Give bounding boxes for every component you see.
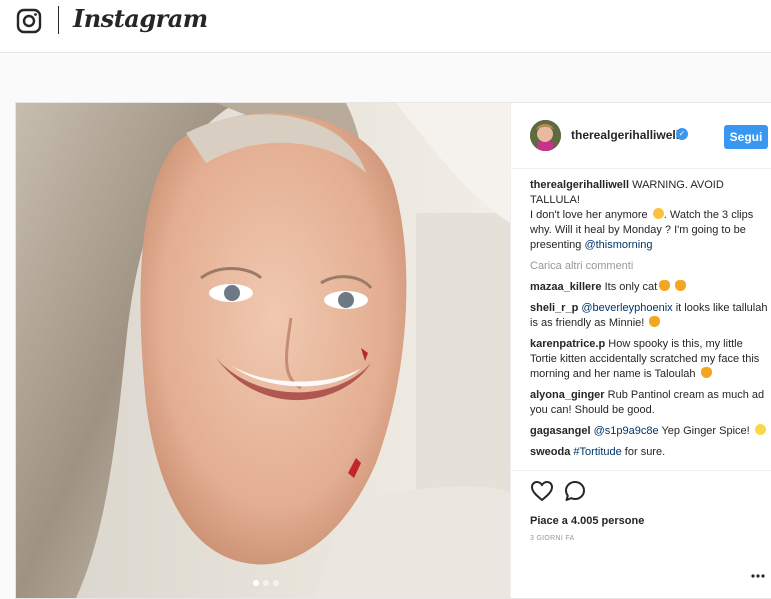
comment-username[interactable]: karenpatrice.p — [530, 338, 605, 350]
grinning-face-emoji-icon — [754, 424, 766, 435]
caption-username[interactable]: therealgerihalliwell — [530, 179, 629, 191]
post-photo[interactable] — [16, 103, 510, 598]
comment-text: for sure. — [624, 446, 666, 458]
post-timestamp[interactable]: 3 GIORNI FA — [530, 535, 575, 542]
logo-divider — [58, 6, 59, 34]
load-more-comments-link[interactable]: Carica altri commenti — [530, 259, 770, 274]
carousel-dot-1[interactable] — [253, 580, 259, 586]
carousel-dot-2[interactable] — [263, 580, 269, 586]
caption: therealgerihalliwell WARNING. AVOID TALL… — [530, 178, 770, 253]
instagram-camera-icon[interactable] — [16, 8, 42, 34]
likes-count[interactable]: Piace a 4.005 persone — [530, 515, 644, 527]
comment-mention-link[interactable]: @beverleyphoenix — [581, 302, 672, 314]
comments-list: therealgerihalliwell WARNING. AVOID TALL… — [530, 178, 770, 466]
comment-username[interactable]: gagasangel — [530, 425, 591, 437]
comment-username[interactable]: sweoda — [530, 446, 570, 458]
cat-face-emoji-icon — [649, 316, 661, 327]
post-actions: Piace a 4.005 persone 3 GIORNI FA — [511, 470, 771, 598]
caption-text-2: I don't love her anymore — [530, 209, 648, 221]
post-header: therealgerihalliwell ✓ Segui — [511, 103, 771, 169]
comment: karenpatrice.p How spooky is this, my li… — [530, 337, 770, 382]
more-options-icon[interactable] — [751, 574, 765, 578]
post-sidebar: therealgerihalliwell ✓ Segui therealgeri… — [510, 103, 771, 598]
comment: alyona_ginger Rub Pantinol cream as much… — [530, 388, 770, 418]
comment-text: Its only cat — [604, 281, 658, 293]
disappointed-face-emoji-icon — [652, 208, 664, 219]
carousel-dot-3[interactable] — [273, 580, 279, 586]
weary-cat-emoji-icon — [700, 367, 712, 378]
comment-username[interactable]: alyona_ginger — [530, 389, 605, 401]
comment-bubble-icon[interactable] — [564, 480, 586, 502]
comment: sweoda #Tortitude for sure. — [530, 445, 770, 460]
comment: sheli_r_p @beverleyphoenix it looks like… — [530, 301, 770, 331]
caption-mention-link[interactable]: @thismorning — [584, 239, 652, 251]
comment-text: Yep Ginger Spice! — [661, 425, 750, 437]
comment-username[interactable]: mazaa_killere — [530, 281, 602, 293]
cat-face-emoji-icon — [659, 280, 671, 291]
comment: mazaa_killere Its only cat — [530, 280, 770, 295]
comment-mention-link[interactable]: @s1p9a9c8e — [594, 425, 659, 437]
post-card: therealgerihalliwell ✓ Segui therealgeri… — [15, 102, 771, 599]
top-navigation-bar: Instagram — [0, 0, 771, 53]
carousel-indicator — [253, 580, 279, 586]
avatar[interactable] — [530, 120, 561, 151]
comment-username[interactable]: sheli_r_p — [530, 302, 578, 314]
comment-hashtag-link[interactable]: #Tortitude — [573, 446, 621, 458]
verified-badge-icon: ✓ — [676, 128, 688, 140]
comment: gagasangel @s1p9a9c8e Yep Ginger Spice! — [530, 424, 770, 439]
follow-button[interactable]: Segui — [724, 125, 768, 149]
instagram-logo[interactable]: Instagram — [73, 4, 208, 33]
avatar-image — [530, 120, 561, 151]
author-username[interactable]: therealgerihalliwell — [571, 128, 679, 142]
heart-icon[interactable] — [530, 480, 554, 502]
selfie-image — [16, 103, 510, 598]
cat-face-emoji-icon — [675, 280, 687, 291]
